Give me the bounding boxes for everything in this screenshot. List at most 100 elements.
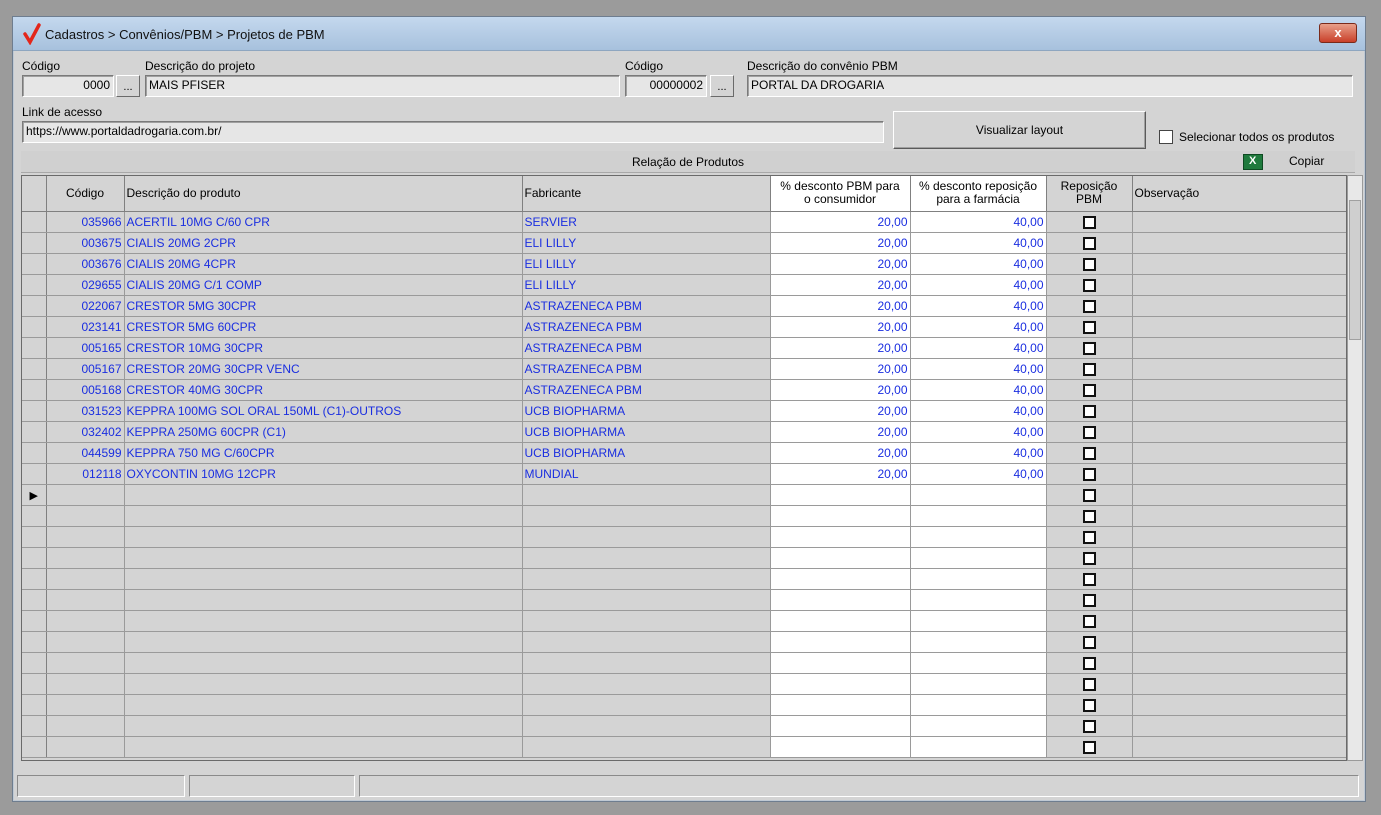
cell-fabricante[interactable] [522, 484, 771, 506]
cell-desconto-reposicao[interactable]: 40,00 [910, 295, 1047, 317]
cell-observacao[interactable] [1132, 736, 1346, 758]
reposicao-pbm-checkbox[interactable] [1082, 404, 1096, 418]
table-row[interactable]: 022067 CRESTOR 5MG 30CPR ASTRAZENECA PBM 20… [22, 295, 1346, 317]
cell-reposicao-pbm[interactable] [1046, 232, 1133, 254]
scrollbar-thumb[interactable] [1349, 200, 1361, 340]
cell-observacao[interactable] [1132, 400, 1346, 422]
cell-observacao[interactable] [1132, 316, 1346, 338]
cell-desconto-pbm[interactable]: 20,00 [770, 421, 911, 443]
cell-codigo[interactable] [46, 505, 125, 527]
cell-desconto-pbm[interactable]: 20,00 [770, 463, 911, 485]
cell-reposicao-pbm[interactable] [1046, 694, 1133, 716]
cell-codigo[interactable]: 003676 [46, 253, 125, 275]
cell-fabricante[interactable] [522, 505, 771, 527]
cell-reposicao-pbm[interactable] [1046, 673, 1133, 695]
cell-codigo[interactable] [46, 673, 125, 695]
cell-reposicao-pbm[interactable] [1046, 211, 1133, 233]
reposicao-pbm-checkbox[interactable] [1082, 593, 1096, 607]
excel-export-icon[interactable] [1243, 154, 1263, 170]
cell-reposicao-pbm[interactable] [1046, 652, 1133, 674]
cell-observacao[interactable] [1132, 253, 1346, 275]
col-reposicao-pbm[interactable]: Reposição PBM [1046, 176, 1133, 212]
cell-reposicao-pbm[interactable] [1046, 316, 1133, 338]
reposicao-pbm-checkbox[interactable] [1082, 635, 1096, 649]
cell-desconto-reposicao[interactable] [910, 610, 1047, 632]
cell-fabricante[interactable] [522, 736, 771, 758]
cell-reposicao-pbm[interactable] [1046, 400, 1133, 422]
row-indicator[interactable] [22, 610, 47, 632]
cell-descricao[interactable]: CIALIS 20MG 4CPR [124, 253, 523, 275]
table-row-empty[interactable] [22, 568, 1346, 590]
cell-observacao[interactable] [1132, 673, 1346, 695]
cell-desconto-reposicao[interactable]: 40,00 [910, 211, 1047, 233]
cell-observacao[interactable] [1132, 211, 1346, 233]
selecionar-todos-checkbox[interactable] [1159, 130, 1173, 144]
reposicao-pbm-checkbox[interactable] [1082, 341, 1096, 355]
cell-descricao[interactable] [124, 547, 523, 569]
cell-observacao[interactable] [1132, 295, 1346, 317]
table-row-empty[interactable] [22, 589, 1346, 611]
cell-reposicao-pbm[interactable] [1046, 358, 1133, 380]
codigo-convenio-field[interactable]: 00000002 [625, 75, 707, 97]
cell-desconto-reposicao[interactable]: 40,00 [910, 253, 1047, 275]
row-indicator[interactable] [22, 652, 47, 674]
cell-codigo[interactable]: 031523 [46, 400, 125, 422]
table-row[interactable]: 023141 CRESTOR 5MG 60CPR ASTRAZENECA PBM 20… [22, 316, 1346, 338]
reposicao-pbm-checkbox[interactable] [1082, 698, 1096, 712]
reposicao-pbm-checkbox[interactable] [1082, 278, 1096, 292]
cell-observacao[interactable] [1132, 547, 1346, 569]
cell-reposicao-pbm[interactable] [1046, 568, 1133, 590]
cell-reposicao-pbm[interactable] [1046, 274, 1133, 296]
cell-codigo[interactable]: 005168 [46, 379, 125, 401]
cell-reposicao-pbm[interactable] [1046, 610, 1133, 632]
cell-reposicao-pbm[interactable] [1046, 379, 1133, 401]
cell-observacao[interactable] [1132, 631, 1346, 653]
table-row-empty[interactable] [22, 715, 1346, 737]
cell-fabricante[interactable]: ASTRAZENECA PBM [522, 295, 771, 317]
row-indicator[interactable] [22, 358, 47, 380]
cell-descricao[interactable]: CRESTOR 5MG 30CPR [124, 295, 523, 317]
table-row[interactable]: 031523 KEPPRA 100MG SOL ORAL 150ML (C1)-O… [22, 400, 1346, 422]
cell-desconto-pbm[interactable] [770, 631, 911, 653]
cell-desconto-reposicao[interactable] [910, 505, 1047, 527]
reposicao-pbm-checkbox[interactable] [1082, 236, 1096, 250]
row-indicator[interactable] [22, 274, 47, 296]
cell-desconto-pbm[interactable] [770, 715, 911, 737]
table-row-empty[interactable] [22, 505, 1346, 527]
row-indicator[interactable] [22, 337, 47, 359]
col-fabricante[interactable]: Fabricante [522, 176, 771, 212]
cell-descricao[interactable]: CRESTOR 10MG 30CPR [124, 337, 523, 359]
cell-desconto-reposicao[interactable] [910, 631, 1047, 653]
cell-fabricante[interactable] [522, 652, 771, 674]
cell-descricao[interactable] [124, 715, 523, 737]
cell-codigo[interactable]: 012118 [46, 463, 125, 485]
cell-observacao[interactable] [1132, 694, 1346, 716]
cell-descricao[interactable]: CRESTOR 5MG 60CPR [124, 316, 523, 338]
cell-fabricante[interactable]: ELI LILLY [522, 232, 771, 254]
row-indicator[interactable] [22, 673, 47, 695]
cell-fabricante[interactable]: MUNDIAL [522, 463, 771, 485]
reposicao-pbm-checkbox[interactable] [1082, 656, 1096, 670]
cell-descricao[interactable]: OXYCONTIN 10MG 12CPR [124, 463, 523, 485]
reposicao-pbm-checkbox[interactable] [1082, 446, 1096, 460]
grid-vertical-scrollbar[interactable] [1347, 175, 1363, 761]
table-row[interactable]: 035966 ACERTIL 10MG C/60 CPR SERVIER 20,00 4… [22, 211, 1346, 233]
cell-desconto-pbm[interactable] [770, 652, 911, 674]
cell-reposicao-pbm[interactable] [1046, 736, 1133, 758]
row-indicator[interactable] [22, 421, 47, 443]
row-indicator[interactable] [22, 568, 47, 590]
cell-fabricante[interactable]: UCB BIOPHARMA [522, 400, 771, 422]
cell-fabricante[interactable] [522, 694, 771, 716]
cell-fabricante[interactable]: ELI LILLY [522, 274, 771, 296]
cell-codigo[interactable] [46, 526, 125, 548]
cell-observacao[interactable] [1132, 715, 1346, 737]
cell-observacao[interactable] [1132, 526, 1346, 548]
cell-reposicao-pbm[interactable] [1046, 463, 1133, 485]
cell-codigo[interactable] [46, 694, 125, 716]
cell-reposicao-pbm[interactable] [1046, 715, 1133, 737]
cell-fabricante[interactable]: ELI LILLY [522, 253, 771, 275]
cell-observacao[interactable] [1132, 442, 1346, 464]
cell-observacao[interactable] [1132, 463, 1346, 485]
cell-reposicao-pbm[interactable] [1046, 421, 1133, 443]
table-row[interactable]: 005168 CRESTOR 40MG 30CPR ASTRAZENECA PBM 2… [22, 379, 1346, 401]
